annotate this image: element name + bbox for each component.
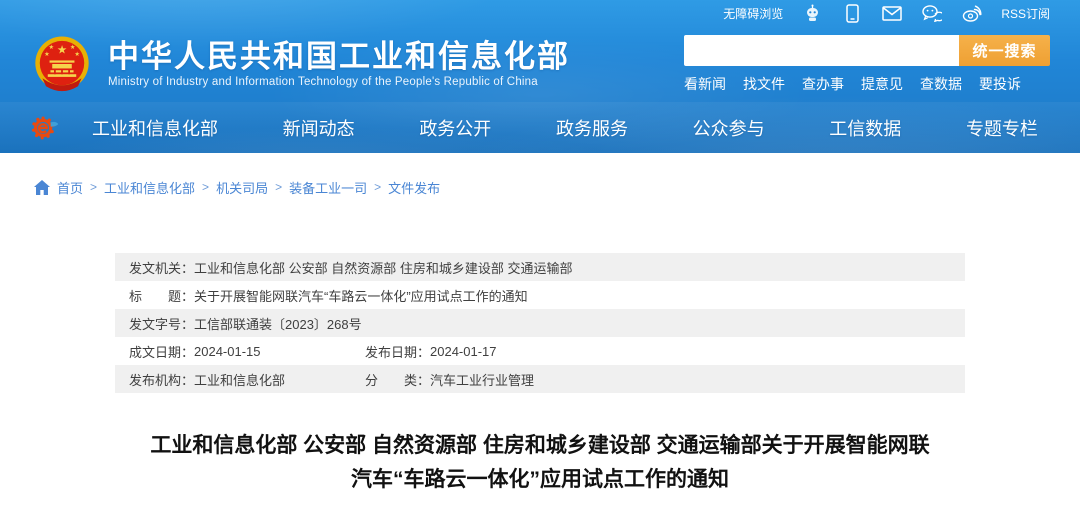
robot-assistant-icon[interactable] bbox=[801, 4, 823, 22]
nav-item-gov-services[interactable]: 政务服务 bbox=[556, 115, 628, 141]
doc-value: 工业和信息化部 公安部 自然资源部 住房和城乡建设部 交通运输部 bbox=[194, 258, 572, 277]
doc-value: 工信部联通装〔2023〕268号 bbox=[194, 314, 362, 333]
breadcrumb-departments[interactable]: 机关司局 bbox=[216, 178, 268, 197]
svg-text:★: ★ bbox=[49, 44, 55, 51]
doc-row-publisher-category: 发布机构：工业和信息化部 分 类：汽车工业行业管理 bbox=[115, 365, 965, 393]
site-title-english: Ministry of Industry and Information Tec… bbox=[108, 76, 570, 88]
mobile-icon[interactable] bbox=[841, 4, 863, 22]
rss-link[interactable]: RSS订阅 bbox=[1001, 5, 1050, 22]
main-nav: 工业和信息化部 新闻动态 政务公开 政务服务 公众参与 工信数据 专题专栏 bbox=[0, 102, 1080, 153]
quick-link-suggestions[interactable]: 提意见 bbox=[861, 74, 903, 94]
doc-value: 关于开展智能网联汽车“车路云一体化”应用试点工作的通知 bbox=[194, 286, 528, 305]
nav-items: 工业和信息化部 新闻动态 政务公开 政务服务 公众参与 工信数据 专题专栏 bbox=[92, 115, 1052, 141]
doc-label: 发文字号： bbox=[129, 314, 194, 333]
quick-links: 看新闻 找文件 查办事 提意见 查数据 要投诉 bbox=[684, 74, 1050, 94]
doc-label: 发文机关： bbox=[129, 258, 194, 277]
top-utility-bar: 无障碍浏览 bbox=[0, 0, 1080, 26]
svg-text:★: ★ bbox=[74, 51, 80, 58]
national-emblem-icon: ★ ★ ★ ★ ★ bbox=[30, 32, 94, 96]
breadcrumb-miit[interactable]: 工业和信息化部 bbox=[104, 178, 195, 197]
page-content: 首页 > 工业和信息化部 > 机关司局 > 装备工业一司 > 文件发布 发文机关… bbox=[0, 153, 1080, 497]
header-main: ★ ★ ★ ★ ★ 中华人民共和国工业和信息化部 Ministry of Ind… bbox=[0, 26, 1080, 102]
brand-text: 中华人民共和国工业和信息化部 Ministry of Industry and … bbox=[108, 40, 570, 88]
doc-value: 汽车工业行业管理 bbox=[430, 370, 534, 389]
nav-item-public-participation[interactable]: 公众参与 bbox=[693, 115, 765, 141]
quick-link-data[interactable]: 查数据 bbox=[920, 74, 962, 94]
breadcrumb-separator: > bbox=[374, 180, 381, 194]
nav-item-data[interactable]: 工信数据 bbox=[829, 115, 901, 141]
mail-icon[interactable] bbox=[881, 4, 903, 22]
breadcrumb-separator: > bbox=[275, 180, 282, 194]
article-title-line2: 汽车“车路云一体化”应用试点工作的通知 bbox=[351, 468, 729, 491]
nav-item-miit[interactable]: 工业和信息化部 bbox=[92, 115, 218, 141]
brand[interactable]: ★ ★ ★ ★ ★ 中华人民共和国工业和信息化部 Ministry of Ind… bbox=[30, 32, 570, 96]
search-area: 统一搜索 看新闻 找文件 查办事 提意见 查数据 要投诉 bbox=[684, 35, 1050, 94]
doc-label: 成文日期： bbox=[129, 342, 194, 361]
breadcrumb-separator: > bbox=[202, 180, 209, 194]
doc-value: 工业和信息化部 bbox=[194, 370, 285, 389]
nav-item-special-columns[interactable]: 专题专栏 bbox=[966, 115, 1038, 141]
breadcrumb-document-release[interactable]: 文件发布 bbox=[388, 178, 440, 197]
doc-row-document-number: 发文字号：工信部联通装〔2023〕268号 bbox=[115, 309, 965, 337]
doc-label: 发布日期： bbox=[365, 342, 430, 361]
search-button[interactable]: 统一搜索 bbox=[959, 35, 1050, 66]
search-input[interactable] bbox=[684, 35, 959, 66]
home-icon[interactable] bbox=[34, 180, 50, 195]
quick-link-services[interactable]: 查办事 bbox=[802, 74, 844, 94]
svg-text:★: ★ bbox=[70, 44, 76, 51]
wechat-icon[interactable] bbox=[921, 4, 943, 22]
svg-text:★: ★ bbox=[57, 42, 67, 56]
breadcrumb-home[interactable]: 首页 bbox=[57, 178, 83, 197]
site-title: 中华人民共和国工业和信息化部 bbox=[108, 40, 570, 74]
quick-link-complaints[interactable]: 要投诉 bbox=[979, 74, 1021, 94]
breadcrumb-equipment-dept[interactable]: 装备工业一司 bbox=[289, 178, 367, 197]
doc-label: 分 类： bbox=[365, 370, 430, 389]
article-title: 工业和信息化部 公安部 自然资源部 住房和城乡建设部 交通运输部关于开展智能网联… bbox=[90, 429, 990, 497]
doc-row-title: 标 题：关于开展智能网联汽车“车路云一体化”应用试点工作的通知 bbox=[115, 281, 965, 309]
quick-link-files[interactable]: 找文件 bbox=[743, 74, 785, 94]
svg-text:★: ★ bbox=[44, 51, 50, 58]
doc-value: 2024-01-17 bbox=[430, 344, 497, 359]
breadcrumb: 首页 > 工业和信息化部 > 机关司局 > 装备工业一司 > 文件发布 bbox=[0, 177, 1080, 197]
document-info-table: 发文机关：工业和信息化部 公安部 自然资源部 住房和城乡建设部 交通运输部 标 … bbox=[115, 253, 965, 393]
quick-link-news[interactable]: 看新闻 bbox=[684, 74, 726, 94]
miit-logo-icon[interactable] bbox=[28, 111, 62, 145]
doc-label: 标 题： bbox=[129, 286, 194, 305]
nav-item-news[interactable]: 新闻动态 bbox=[283, 115, 355, 141]
doc-label: 发布机构： bbox=[129, 370, 194, 389]
doc-value: 2024-01-15 bbox=[194, 344, 261, 359]
doc-row-dates: 成文日期：2024-01-15 发布日期：2024-01-17 bbox=[115, 337, 965, 365]
article-title-line1: 工业和信息化部 公安部 自然资源部 住房和城乡建设部 交通运输部关于开展智能网联 bbox=[150, 434, 929, 457]
nav-item-gov-affairs[interactable]: 政务公开 bbox=[419, 115, 491, 141]
weibo-icon[interactable] bbox=[961, 4, 983, 22]
site-header: 无障碍浏览 bbox=[0, 0, 1080, 153]
breadcrumb-separator: > bbox=[90, 180, 97, 194]
accessibility-link[interactable]: 无障碍浏览 bbox=[723, 5, 783, 22]
doc-row-issuing-agency: 发文机关：工业和信息化部 公安部 自然资源部 住房和城乡建设部 交通运输部 bbox=[115, 253, 965, 281]
